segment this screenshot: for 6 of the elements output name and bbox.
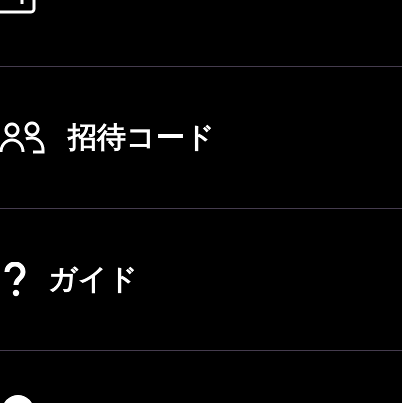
- menu-item-label: 招待コード: [68, 118, 215, 156]
- menu-item[interactable]: 招待コード: [0, 67, 402, 209]
- menu-item[interactable]: ガイド: [0, 209, 402, 351]
- people-icon: [0, 120, 46, 154]
- menu-item-label: ガイド: [48, 260, 138, 298]
- question-mark-icon: [4, 262, 26, 298]
